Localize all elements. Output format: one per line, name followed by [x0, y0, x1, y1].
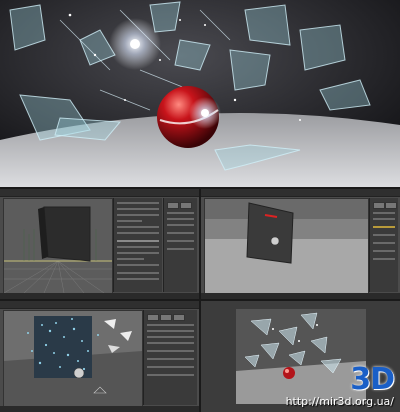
status-bar	[201, 293, 400, 299]
status-bar	[0, 406, 199, 412]
status-bar	[0, 293, 199, 299]
modify-panel[interactable]	[113, 198, 162, 292]
render-panel: 3D http://mir3d.org.ua/	[201, 301, 400, 412]
toolbar[interactable]	[201, 189, 400, 197]
command-panel[interactable]	[163, 198, 197, 292]
viewport-panel-3	[0, 301, 199, 412]
hero-render	[0, 0, 400, 187]
toolbar[interactable]	[0, 189, 199, 197]
toolbar[interactable]	[0, 301, 199, 309]
viewport-front[interactable]	[3, 198, 113, 294]
viewport-panel-2	[201, 189, 400, 299]
viewport-particles[interactable]	[3, 310, 143, 407]
viewport-perspective[interactable]	[204, 198, 369, 294]
hero-render-svg	[0, 0, 400, 187]
viewport-front-svg	[4, 199, 112, 293]
command-panel[interactable]	[369, 198, 398, 292]
watermark-url: http://mir3d.org.ua/	[285, 395, 394, 408]
watermark: 3D http://mir3d.org.ua/	[285, 362, 395, 409]
watermark-brand: 3D	[350, 362, 395, 397]
viewport-perspective-svg	[205, 199, 368, 293]
viewport-panel-1	[0, 189, 199, 299]
viewport-particles-svg	[4, 311, 142, 406]
command-panel[interactable]	[143, 310, 197, 405]
